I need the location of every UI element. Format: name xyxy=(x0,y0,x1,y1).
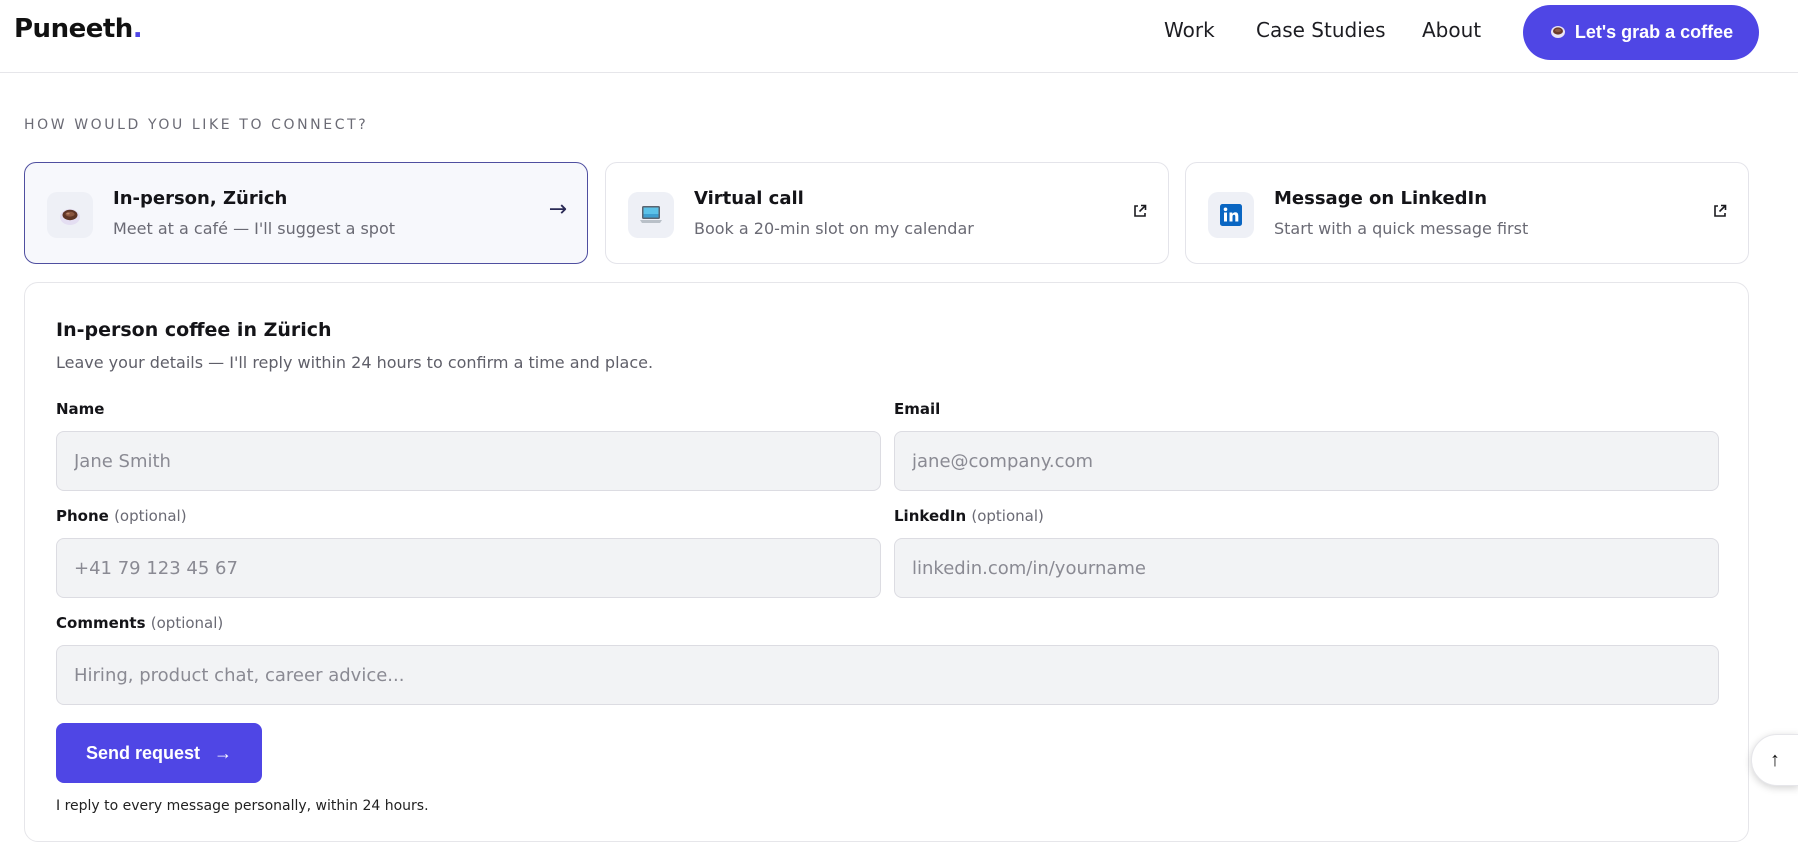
email-label: Email xyxy=(894,400,940,418)
linkedin-input[interactable] xyxy=(894,538,1719,598)
connect-heading: HOW WOULD YOU LIKE TO CONNECT? xyxy=(24,117,369,133)
grab-coffee-label: Let's grab a coffee xyxy=(1574,22,1734,42)
comments-label-text: Comments xyxy=(56,614,146,632)
grab-coffee-button[interactable]: Let's grab a coffee xyxy=(1523,5,1759,60)
linkedin-icon xyxy=(1208,192,1254,238)
laptop-icon xyxy=(628,192,674,238)
name-input[interactable] xyxy=(56,431,881,491)
external-link-icon xyxy=(1714,204,1727,217)
option-subtitle: Meet at a café — I'll suggest a spot xyxy=(113,219,396,238)
name-label-text: Name xyxy=(56,400,105,418)
logo-text: Puneeth xyxy=(14,14,133,44)
option-linkedin[interactable]: Message on LinkedIn Start with a quick m… xyxy=(1185,162,1749,264)
option-subtitle: Start with a quick message first xyxy=(1274,219,1529,238)
phone-label: Phone (optional) xyxy=(56,507,187,525)
option-subtitle: Book a 20-min slot on my calendar xyxy=(694,219,974,238)
logo[interactable]: Puneeth. xyxy=(14,14,143,44)
external-link-icon xyxy=(1134,204,1147,217)
nav-link-work[interactable]: Work xyxy=(1164,16,1215,44)
reply-footnote: I reply to every message personally, wit… xyxy=(56,798,429,814)
name-label: Name xyxy=(56,400,104,418)
logo-dot: . xyxy=(132,14,143,44)
linkedin-label: LinkedIn (optional) xyxy=(894,507,1044,525)
optional-note: (optional) xyxy=(114,507,187,525)
site-header: Puneeth. Work Case Studies About Let's g… xyxy=(0,0,1798,73)
nav-link-about[interactable]: About xyxy=(1422,16,1481,44)
phone-input[interactable] xyxy=(56,538,881,598)
option-in-person[interactable]: In-person, Zürich Meet at a café — I'll … xyxy=(24,162,588,264)
email-label-text: Email xyxy=(894,400,941,418)
phone-label-text: Phone xyxy=(56,507,109,525)
optional-note: (optional) xyxy=(150,614,224,632)
coffee-cup-icon xyxy=(1549,22,1567,44)
optional-note: (optional) xyxy=(971,507,1044,525)
form-title: In-person coffee in Zürich xyxy=(56,319,332,341)
send-request-button[interactable]: Send request → xyxy=(56,723,262,783)
arrow-up-icon: ↑ xyxy=(1770,748,1780,771)
comments-input[interactable] xyxy=(56,645,1719,705)
coffee-cup-icon xyxy=(47,192,93,238)
option-title: In-person, Zürich xyxy=(113,188,288,209)
option-virtual-call[interactable]: Virtual call Book a 20-min slot on my ca… xyxy=(605,162,1169,264)
arrow-right-icon: → xyxy=(548,197,567,222)
send-request-label: Send request xyxy=(85,742,201,763)
form-subtitle: Leave your details — I'll reply within 2… xyxy=(56,353,654,372)
option-title: Virtual call xyxy=(694,188,804,209)
arrow-right-icon: → xyxy=(214,743,233,763)
option-title: Message on LinkedIn xyxy=(1274,188,1488,209)
contact-form-panel: In-person coffee in Zürich Leave your de… xyxy=(24,282,1749,842)
nav-link-case-studies[interactable]: Case Studies xyxy=(1256,16,1386,44)
linkedin-label-text: LinkedIn xyxy=(894,507,967,525)
email-input[interactable] xyxy=(894,431,1719,491)
comments-label: Comments (optional) xyxy=(56,614,223,632)
scroll-to-top-button[interactable]: ↑ xyxy=(1751,734,1798,786)
